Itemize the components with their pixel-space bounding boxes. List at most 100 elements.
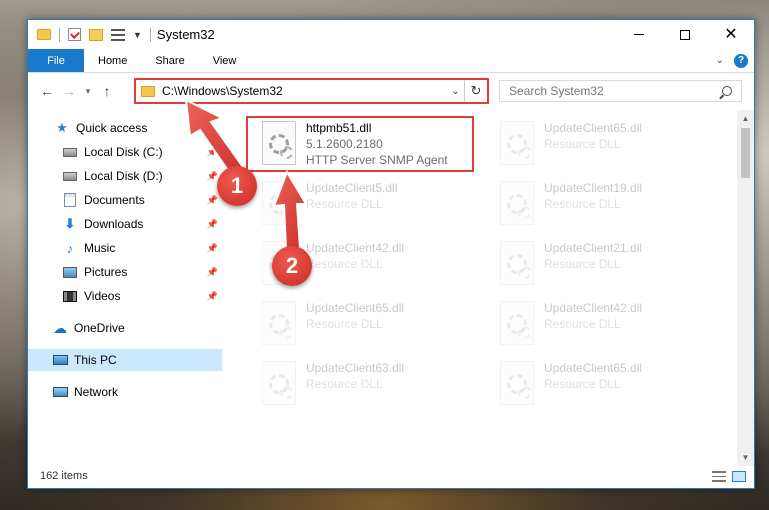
navigation-bar: ← → ▾ ↑ C:\Windows\System32 ⌄ ↻ Search S… <box>28 74 754 108</box>
dll-file-icon <box>500 181 534 225</box>
minimize-icon <box>634 34 644 35</box>
refresh-icon[interactable]: ↻ <box>465 83 487 99</box>
file-name: UpdateClient65.dll <box>544 121 643 135</box>
up-button[interactable]: ↑ <box>96 83 118 99</box>
file-item[interactable]: UpdateClient65.dll Resource DLL <box>248 298 478 350</box>
close-icon: ✕ <box>724 25 738 43</box>
file-item-highlighted[interactable]: httpmb51.dll 5.1.2600.2180 HTTP Server S… <box>246 116 474 172</box>
tab-home[interactable]: Home <box>84 49 141 72</box>
file-name: UpdateClient65.dll <box>306 301 405 315</box>
dll-file-icon <box>262 361 296 405</box>
dll-file-icon <box>500 361 534 405</box>
sidebar-item-label: Downloads <box>84 217 144 231</box>
file-item[interactable]: UpdateClient19.dll Resource DLL <box>486 178 716 230</box>
sidebar-item-label: Quick access <box>76 121 148 135</box>
file-name: UpdateClient19.dll <box>544 181 643 195</box>
scrollbar-thumb[interactable] <box>741 128 750 178</box>
file-item[interactable]: UpdateClient42.dll Resource DLL <box>486 298 716 350</box>
new-folder-icon[interactable] <box>89 28 103 41</box>
callout-step-2: 2 <box>272 246 312 286</box>
recent-locations-button[interactable]: ▾ <box>80 86 96 97</box>
file-item[interactable]: UpdateClient65.dll Resource DLL <box>486 358 716 410</box>
pin-icon: 📌 <box>206 242 218 253</box>
file-name: UpdateClient63.dll <box>306 361 405 375</box>
help-icon[interactable]: ? <box>734 53 748 68</box>
customize-list-icon[interactable] <box>111 28 125 41</box>
address-dropdown-icon[interactable]: ⌄ <box>447 80 465 102</box>
sidebar-item-local-disk-c[interactable]: Local Disk (C:) 📌 <box>28 141 222 163</box>
file-name: UpdateClient65.dll <box>544 361 643 375</box>
pin-icon: 📌 <box>206 266 218 277</box>
star-icon: ★ <box>56 120 68 135</box>
file-type: Resource DLL <box>544 197 621 211</box>
file-type: Resource DLL <box>306 377 383 391</box>
disk-icon <box>62 145 78 159</box>
details-view-icon[interactable] <box>712 470 726 482</box>
file-item[interactable]: UpdateClient21.dll Resource DLL <box>486 238 716 290</box>
cloud-icon: ☁ <box>53 319 67 336</box>
scroll-up-icon[interactable]: ▲ <box>737 110 754 127</box>
sidebar-item-network[interactable]: Network <box>28 381 222 403</box>
ribbon-right: ⌄ ? <box>716 49 754 72</box>
sidebar-item-local-disk-d[interactable]: Local Disk (D:) 📌 <box>28 165 222 187</box>
file-name: UpdateClient42.dll <box>306 241 405 255</box>
sidebar-item-music[interactable]: ♪ Music 📌 <box>28 237 222 259</box>
address-path[interactable]: C:\Windows\System32 <box>162 84 447 98</box>
forward-button[interactable]: → <box>58 83 80 99</box>
sidebar-item-this-pc[interactable]: This PC <box>28 349 222 371</box>
sidebar-item-downloads[interactable]: ⬇ Downloads 📌 <box>28 213 222 235</box>
navigation-pane: ★ Quick access Local Disk (C:) 📌 Local D… <box>28 110 222 470</box>
dll-file-icon <box>262 181 296 225</box>
search-icon[interactable] <box>722 86 732 96</box>
search-box[interactable]: Search System32 <box>499 80 742 102</box>
file-type: Resource DLL <box>306 317 383 331</box>
file-type: Resource DLL <box>306 257 383 271</box>
computer-icon <box>52 353 68 367</box>
pin-icon: 📌 <box>206 170 218 181</box>
title-bar: ▼ System32 ✕ <box>28 20 754 49</box>
dll-file-icon <box>262 301 296 345</box>
file-description: HTTP Server SNMP Agent <box>306 153 448 167</box>
item-count: 162 items <box>40 470 88 482</box>
tab-share[interactable]: Share <box>141 49 198 72</box>
vertical-scrollbar[interactable]: ▲ ▼ <box>737 110 754 466</box>
sidebar-item-pictures[interactable]: Pictures 📌 <box>28 261 222 283</box>
videos-icon <box>62 289 78 303</box>
expand-ribbon-icon[interactable]: ⌄ <box>716 55 724 66</box>
sidebar-item-label: Music <box>84 241 116 255</box>
sidebar-item-videos[interactable]: Videos 📌 <box>28 285 222 307</box>
sidebar-item-quick-access[interactable]: ★ Quick access <box>28 117 222 139</box>
sidebar-item-label: This PC <box>74 353 117 367</box>
sidebar-item-onedrive[interactable]: ☁ OneDrive <box>28 317 222 339</box>
maximize-icon <box>680 29 690 40</box>
sidebar-item-label: Local Disk (D:) <box>84 169 163 183</box>
documents-icon <box>62 193 78 207</box>
back-button[interactable]: ← <box>36 83 58 99</box>
sidebar-item-label: Pictures <box>84 265 128 279</box>
minimize-button[interactable] <box>616 20 662 49</box>
sidebar-item-label: Network <box>74 385 119 399</box>
file-item[interactable]: UpdateClient63.dll Resource DLL <box>248 358 478 410</box>
file-item[interactable]: UpdateClient65.dll Resource DLL <box>486 118 716 170</box>
pin-icon: 📌 <box>206 218 218 229</box>
search-input[interactable]: Search System32 <box>509 84 722 98</box>
file-type: Resource DLL <box>544 257 621 271</box>
tab-view[interactable]: View <box>199 49 251 72</box>
tiles-view-icon[interactable] <box>732 470 746 482</box>
file-list: httpmb51.dll 5.1.2600.2180 HTTP Server S… <box>230 110 738 470</box>
sidebar-item-label: OneDrive <box>74 321 125 335</box>
view-switcher <box>712 470 746 482</box>
maximize-button[interactable] <box>662 20 708 49</box>
chevron-down-icon[interactable]: ▼ <box>133 30 142 40</box>
address-bar[interactable]: C:\Windows\System32 ⌄ ↻ <box>134 78 489 104</box>
folder-icon <box>37 29 51 40</box>
close-button[interactable]: ✕ <box>708 20 754 49</box>
tab-file[interactable]: File <box>28 49 84 72</box>
file-type: Resource DLL <box>544 377 621 391</box>
pin-icon: 📌 <box>206 146 218 157</box>
sidebar-item-label: Documents <box>84 193 145 207</box>
file-name: UpdateClient5.dll <box>306 181 398 195</box>
sidebar-item-documents[interactable]: Documents 📌 <box>28 189 222 211</box>
properties-icon[interactable] <box>68 28 81 41</box>
file-item[interactable]: UpdateClient5.dll Resource DLL <box>248 178 478 230</box>
